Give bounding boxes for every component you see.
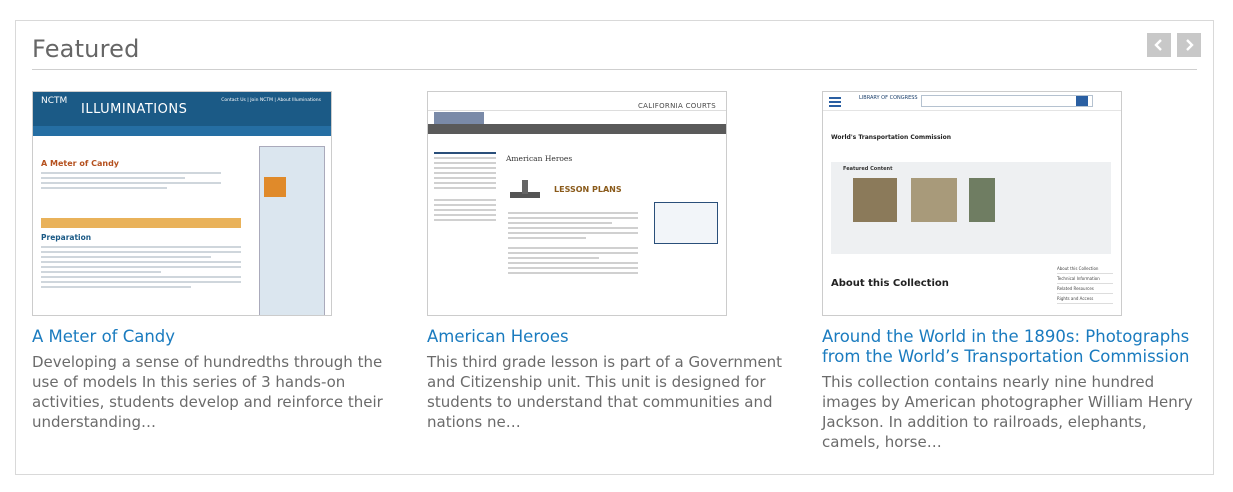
thumb-sidebar xyxy=(654,202,718,244)
thumb-site-name: CALIFORNIA COURTS xyxy=(637,102,716,110)
card-title-link[interactable]: Around the World in the 1890s: Photograp… xyxy=(822,327,1194,367)
card-thumbnail[interactable]: CALIFORNIA COURTS American Heroes LESSON… xyxy=(427,91,727,316)
thumb-heading: A Meter of Candy xyxy=(41,159,120,168)
thumb-header: LIBRARY OF CONGRESS xyxy=(823,92,1121,111)
prev-button[interactable] xyxy=(1147,33,1171,57)
card-description: This third grade lesson is part of a Gov… xyxy=(427,353,783,431)
thumb-subnav-item: Lessons xyxy=(41,138,59,143)
thumb-text-lines xyxy=(508,212,638,277)
thumb-sidebar xyxy=(259,146,325,315)
thumb-section: Preparation xyxy=(41,233,92,242)
featured-card-2: CALIFORNIA COURTS American Heroes LESSON… xyxy=(427,91,799,432)
thumb-brand: ILLUMINATIONS xyxy=(81,102,188,117)
card-thumbnail[interactable]: LIBRARY OF CONGRESS World's Transportati… xyxy=(822,91,1122,316)
nctm-logo: NCTM xyxy=(41,96,68,106)
thumb-photo xyxy=(853,178,897,222)
thumb-photo xyxy=(969,178,995,222)
thumb-header: NCTM ILLUMINATIONS Contact Us | Join NCT… xyxy=(33,92,331,126)
thumb-links: Contact Us | Join NCTM | About Illuminat… xyxy=(221,98,321,103)
featured-header: Featured xyxy=(32,33,1197,70)
thumb-side-link: Technical Information xyxy=(1057,274,1113,284)
thumb-side-links: About this Collection Technical Informat… xyxy=(1057,264,1113,304)
featured-panel: Featured NCTM ILLUMINATIONS Contact Us |… xyxy=(15,20,1214,475)
card-description: Developing a sense of hundredths through… xyxy=(32,353,383,431)
thumb-tab xyxy=(434,112,484,124)
featured-card-3: LIBRARY OF CONGRESS World's Transportati… xyxy=(822,91,1194,452)
chevron-right-icon xyxy=(1186,39,1194,51)
thumb-tab-bar xyxy=(41,218,241,228)
gavel-icon xyxy=(510,180,540,198)
thumb-collection: World's Transportation Commission xyxy=(831,134,951,141)
thumb-subnav: Lessons Interactives xyxy=(33,126,331,143)
thumb-search xyxy=(921,95,1093,107)
menu-icon xyxy=(829,97,841,107)
thumb-body-lines xyxy=(41,246,241,291)
thumb-about: About this Collection xyxy=(831,278,949,289)
card-title-link[interactable]: American Heroes xyxy=(427,327,799,347)
thumb-left-nav xyxy=(434,152,496,312)
thumb-photo xyxy=(911,178,957,222)
thumb-banner-text: LESSON PLANS xyxy=(554,185,622,194)
thumb-featured: Featured Content xyxy=(831,162,1111,254)
featured-card-1: NCTM ILLUMINATIONS Contact Us | Join NCT… xyxy=(32,91,404,432)
thumb-banner: LESSON PLANS xyxy=(508,178,638,200)
thumb-side-link: Related Resources xyxy=(1057,284,1113,294)
thumb-subnav-item: Interactives xyxy=(71,138,99,143)
chevron-left-icon xyxy=(1154,39,1162,51)
thumb-featured-label: Featured Content xyxy=(843,166,893,172)
card-title-link[interactable]: A Meter of Candy xyxy=(32,327,404,347)
card-thumbnail[interactable]: NCTM ILLUMINATIONS Contact Us | Join NCT… xyxy=(32,91,332,316)
thumb-org: LIBRARY OF CONGRESS xyxy=(859,95,918,101)
thumb-text-lines xyxy=(41,172,221,192)
next-button[interactable] xyxy=(1177,33,1201,57)
card-description: This collection contains nearly nine hun… xyxy=(822,373,1193,451)
thumb-heading: American Heroes xyxy=(506,154,573,163)
thumb-nav xyxy=(428,124,726,134)
thumb-side-link: About this Collection xyxy=(1057,264,1113,274)
section-title: Featured xyxy=(32,35,140,63)
thumb-side-link: Rights and Access xyxy=(1057,294,1113,304)
